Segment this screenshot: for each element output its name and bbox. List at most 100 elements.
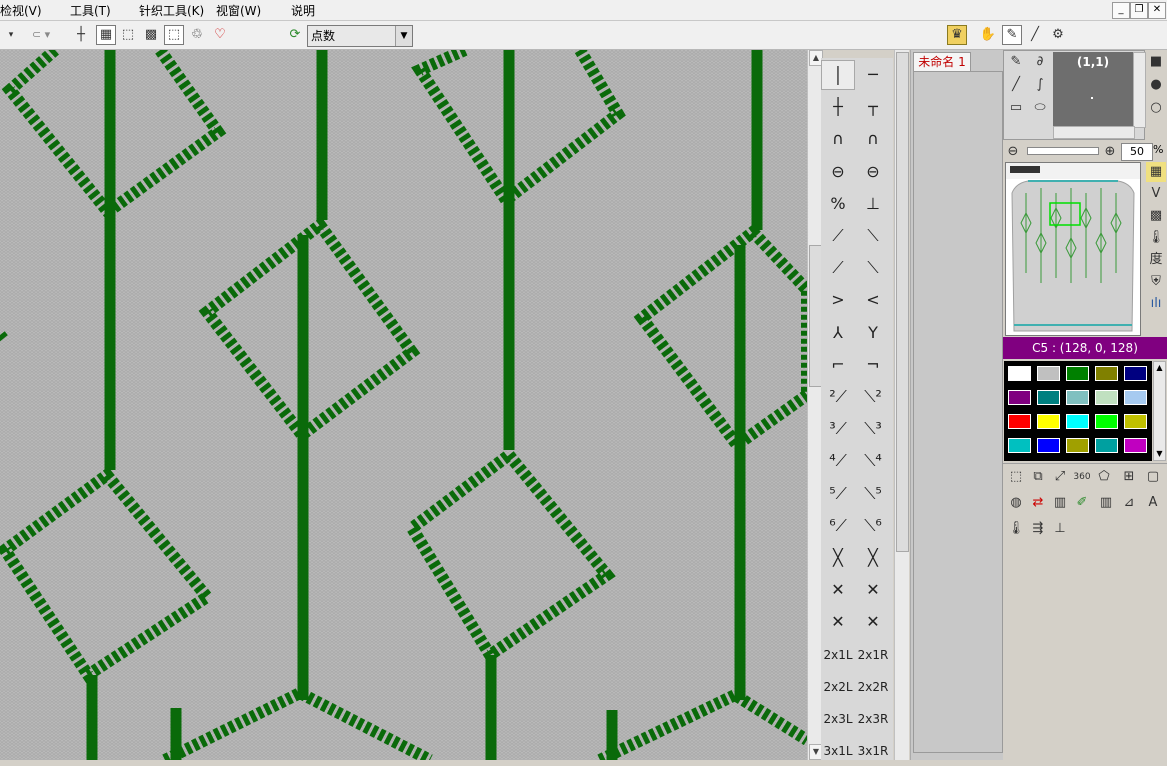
stitch-symbol[interactable]: 2x2R [856, 672, 890, 702]
grid-view-icon[interactable]: ▦ [1146, 162, 1166, 182]
color-swatch[interactable] [1123, 389, 1148, 406]
fill-square-icon[interactable]: ■ [1146, 52, 1166, 72]
mode-select[interactable]: 点数 ▼ [307, 25, 413, 47]
hierarchy-icon[interactable]: ⊥ [1050, 519, 1070, 539]
select-rect-icon[interactable]: ⬚ [118, 25, 138, 45]
color-swatch[interactable] [1094, 365, 1119, 382]
probe-icon[interactable]: 🌡 [1006, 519, 1026, 539]
fill-circle-icon[interactable]: ● [1146, 75, 1166, 95]
stitch-symbol[interactable]: ⁴⟋ [821, 446, 855, 476]
scroll-up-icon[interactable]: ▲ [1154, 362, 1165, 374]
hand-icon[interactable]: ✋ [978, 25, 998, 45]
crown-icon[interactable]: ♛ [947, 25, 967, 45]
color-swatch[interactable] [1007, 437, 1032, 454]
stitch-symbol[interactable]: 3x1L [821, 736, 855, 766]
color-swatch[interactable] [1094, 437, 1119, 454]
color-swatch[interactable] [1065, 437, 1090, 454]
stitch-symbol[interactable]: 2x3R [856, 704, 890, 734]
pattern-icon[interactable]: ▩ [141, 25, 161, 45]
color-swatch[interactable] [1123, 413, 1148, 430]
color-swatch[interactable] [1065, 365, 1090, 382]
stitch-symbol[interactable]: ⅄ [821, 318, 855, 348]
menu-window[interactable]: 视窗(W) [216, 2, 261, 19]
line-tool-icon[interactable]: ╱ [1006, 75, 1026, 95]
stitch-symbol[interactable]: 2x1L [821, 640, 855, 670]
minimize-button[interactable]: _ [1112, 2, 1130, 19]
stitch-symbol[interactable]: ┬ [856, 92, 890, 122]
color-swatch[interactable] [1036, 413, 1061, 430]
copy-tool-icon[interactable]: ⧉ [1028, 467, 1048, 487]
stitch-symbol[interactable]: ╳ [856, 543, 890, 573]
stitch-symbol[interactable]: ⌐ [821, 350, 855, 380]
stitch-symbol[interactable]: 2x3L [821, 704, 855, 734]
v-stitch-icon[interactable]: V [1146, 184, 1166, 204]
zoom-value[interactable]: 50 [1121, 143, 1153, 161]
stitch-symbol[interactable]: ∩ [856, 124, 890, 154]
stitch-symbol[interactable]: ⟍ [856, 253, 890, 283]
color-swatch[interactable] [1036, 365, 1061, 382]
color-swatch[interactable] [1007, 413, 1032, 430]
menu-help[interactable]: 说明 [291, 2, 315, 19]
stitch-symbol[interactable]: ∩ [821, 124, 855, 154]
symbol-scrollbar[interactable] [894, 50, 909, 760]
stitch-symbol[interactable]: ✕ [821, 575, 855, 605]
symbol-scroll-thumb[interactable] [896, 52, 909, 552]
color-swatch[interactable] [1065, 413, 1090, 430]
select-icon[interactable]: ⬚ [164, 25, 184, 45]
refresh-icon[interactable]: ⟳ [285, 25, 305, 45]
stitch-symbol[interactable]: ²⟋ [821, 382, 855, 412]
stitch-symbol[interactable]: ⟍⁵ [856, 479, 890, 509]
stitch-symbol[interactable]: Y [856, 318, 890, 348]
palette-scrollbar[interactable]: ▲ ▼ [1153, 361, 1166, 461]
resize-icon[interactable]: ⤢ [1050, 467, 1070, 487]
stitch-symbol[interactable]: ✕ [856, 607, 890, 637]
stamp-icon[interactable]: ⚙ [1048, 25, 1068, 45]
bars-icon[interactable]: ılı [1146, 294, 1166, 314]
coord-vscroll[interactable] [1133, 52, 1146, 128]
stitch-symbol[interactable]: ⟋ [821, 253, 855, 283]
restore-button[interactable]: ❐ [1130, 2, 1148, 19]
brush-icon[interactable]: ✎ [1002, 25, 1022, 45]
stitch-symbol[interactable]: ⟋ [821, 221, 855, 251]
stitch-symbol[interactable]: > [821, 285, 855, 315]
menu-tools[interactable]: 工具(T) [70, 2, 111, 19]
magic-icon[interactable]: ♡ [210, 25, 230, 45]
color-swatch[interactable] [1094, 413, 1119, 430]
grid-select-icon[interactable]: ⊞ [1119, 467, 1139, 487]
color-swatch[interactable] [1123, 365, 1148, 382]
stitch-symbol[interactable]: 2x1R [856, 640, 890, 670]
knit-canvas[interactable] [0, 44, 813, 766]
stitch-symbol[interactable]: ╳ [821, 543, 855, 573]
menu-knit-tools[interactable]: 针织工具(K) [139, 2, 204, 19]
side-char[interactable]: 度 [1146, 250, 1166, 270]
window-icon[interactable]: ▢ [1143, 467, 1163, 487]
thermometer-icon[interactable]: 🌡 [1146, 228, 1166, 248]
curve-pen-icon[interactable]: ∂ [1030, 52, 1050, 72]
text-icon[interactable]: A [1143, 493, 1163, 513]
zoom-in-icon[interactable]: ⊕ [1100, 142, 1120, 162]
bracket-icon[interactable]: ▥ [1096, 493, 1116, 513]
crosshair-icon[interactable]: ┼ [71, 25, 91, 45]
arrows-icon[interactable]: ⇄ [1028, 493, 1048, 513]
color-swatch[interactable] [1123, 437, 1148, 454]
draw-icon[interactable]: ✐ [1072, 493, 1092, 513]
stitch-symbol[interactable]: ³⟋ [821, 414, 855, 444]
color-swatch[interactable] [1094, 389, 1119, 406]
select-tool-icon[interactable]: ⬚ [1006, 467, 1026, 487]
close-button[interactable]: ✕ [1148, 2, 1166, 19]
stitch-symbol[interactable]: < [856, 285, 890, 315]
shape-dropdown-icon[interactable]: ⊂ ▾ [26, 25, 56, 45]
stitch-symbol[interactable]: ⟍³ [856, 414, 890, 444]
outline-circle-icon[interactable]: ○ [1146, 98, 1166, 118]
stitch-symbol[interactable]: ─ [856, 60, 890, 90]
canvas-scrollbar[interactable]: ▲ ▼ [807, 50, 823, 760]
skew-icon[interactable]: ⬠ [1094, 467, 1114, 487]
column-icon[interactable]: ▥ [1050, 493, 1070, 513]
coord-hscroll[interactable] [1053, 126, 1135, 139]
grid-icon[interactable]: ▦ [96, 25, 116, 45]
stitch-symbol[interactable]: ⊥ [856, 189, 890, 219]
document-tab[interactable]: 未命名 1 [913, 52, 971, 72]
stitch-symbol[interactable]: ✕ [821, 607, 855, 637]
scroll-down-icon[interactable]: ▼ [1154, 448, 1165, 460]
fill-bucket-icon[interactable]: ◍ [1006, 493, 1026, 513]
